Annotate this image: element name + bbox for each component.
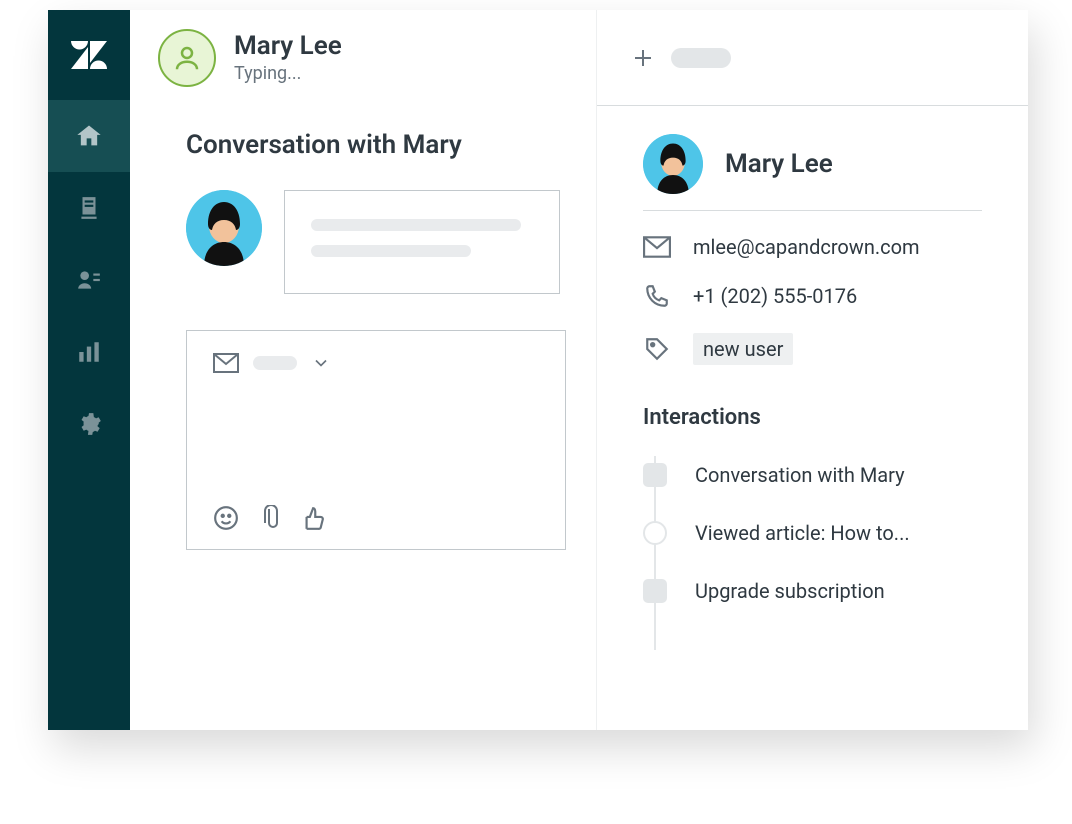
requester-avatar-outline [158, 29, 216, 87]
conversation-body: Conversation with Mary [130, 106, 596, 550]
context-tabbar [597, 10, 1028, 106]
plus-icon[interactable] [631, 46, 655, 70]
interactions-timeline: Conversation with Mary Viewed article: H… [643, 446, 982, 620]
emoji-icon[interactable] [213, 505, 239, 531]
interaction-item[interactable]: Conversation with Mary [643, 446, 982, 504]
interaction-item[interactable]: Viewed article: How to... [643, 504, 982, 562]
nav-reports[interactable] [48, 316, 130, 388]
conversation-title: Conversation with Mary [186, 130, 560, 160]
phone-icon [643, 283, 671, 309]
profile-tag-chip: new user [693, 333, 793, 365]
compose-box[interactable] [186, 330, 566, 550]
message-placeholder-line [311, 219, 521, 231]
interaction-label: Viewed article: How to... [695, 521, 910, 545]
conversation-header: Mary Lee Typing... [130, 10, 596, 106]
timeline-dot-circle [643, 521, 667, 545]
user-list-icon [76, 267, 102, 293]
profile-avatar [643, 134, 703, 194]
profile-section: Mary Lee mlee@capandcrown.com +1 (202) 5… [597, 106, 1028, 620]
header-text-block: Mary Lee Typing... [234, 32, 342, 84]
interactions-heading: Interactions [643, 405, 982, 430]
tag-icon [643, 336, 671, 362]
profile-email-row[interactable]: mlee@capandcrown.com [643, 235, 982, 259]
gear-icon [76, 411, 102, 437]
timeline-dot-square [643, 463, 667, 487]
profile-header: Mary Lee [643, 134, 982, 211]
thumbs-up-icon[interactable] [299, 505, 325, 531]
message-placeholder-line [311, 245, 471, 257]
zendesk-logo [48, 10, 130, 100]
profile-tag-row[interactable]: new user [643, 333, 982, 365]
paperclip-icon[interactable] [257, 505, 281, 531]
person-outline-icon [172, 43, 202, 73]
interaction-label: Conversation with Mary [695, 463, 905, 487]
profile-phone-row[interactable]: +1 (202) 555-0176 [643, 283, 982, 309]
mail-icon [213, 353, 239, 373]
requester-name: Mary Lee [234, 32, 342, 61]
nav-admin[interactable] [48, 388, 130, 460]
app-window: Mary Lee Typing... Conversation with Mar… [48, 10, 1028, 730]
context-panel: Mary Lee mlee@capandcrown.com +1 (202) 5… [596, 10, 1028, 730]
main-column: Mary Lee Typing... Conversation with Mar… [130, 10, 596, 730]
interaction-item[interactable]: Upgrade subscription [643, 562, 982, 620]
channel-pill-placeholder [253, 356, 297, 370]
bar-chart-icon [76, 339, 102, 365]
tab-placeholder[interactable] [671, 48, 731, 68]
nav-home[interactable] [48, 100, 130, 172]
document-icon [76, 195, 102, 221]
nav-rail [48, 10, 130, 730]
interaction-label: Upgrade subscription [695, 579, 885, 603]
timeline-dot-square [643, 579, 667, 603]
profile-email: mlee@capandcrown.com [693, 235, 920, 259]
message-row [186, 190, 560, 294]
message-avatar [186, 190, 262, 266]
nav-customers[interactable] [48, 244, 130, 316]
profile-name: Mary Lee [725, 149, 833, 179]
profile-phone: +1 (202) 555-0176 [693, 284, 857, 308]
compose-channel-selector[interactable] [213, 353, 539, 373]
nav-views[interactable] [48, 172, 130, 244]
compose-toolbar [213, 505, 539, 531]
home-icon [75, 122, 103, 150]
mail-icon [643, 236, 671, 258]
typing-status: Typing... [234, 63, 342, 84]
chevron-down-icon [311, 353, 331, 373]
message-bubble [284, 190, 560, 294]
